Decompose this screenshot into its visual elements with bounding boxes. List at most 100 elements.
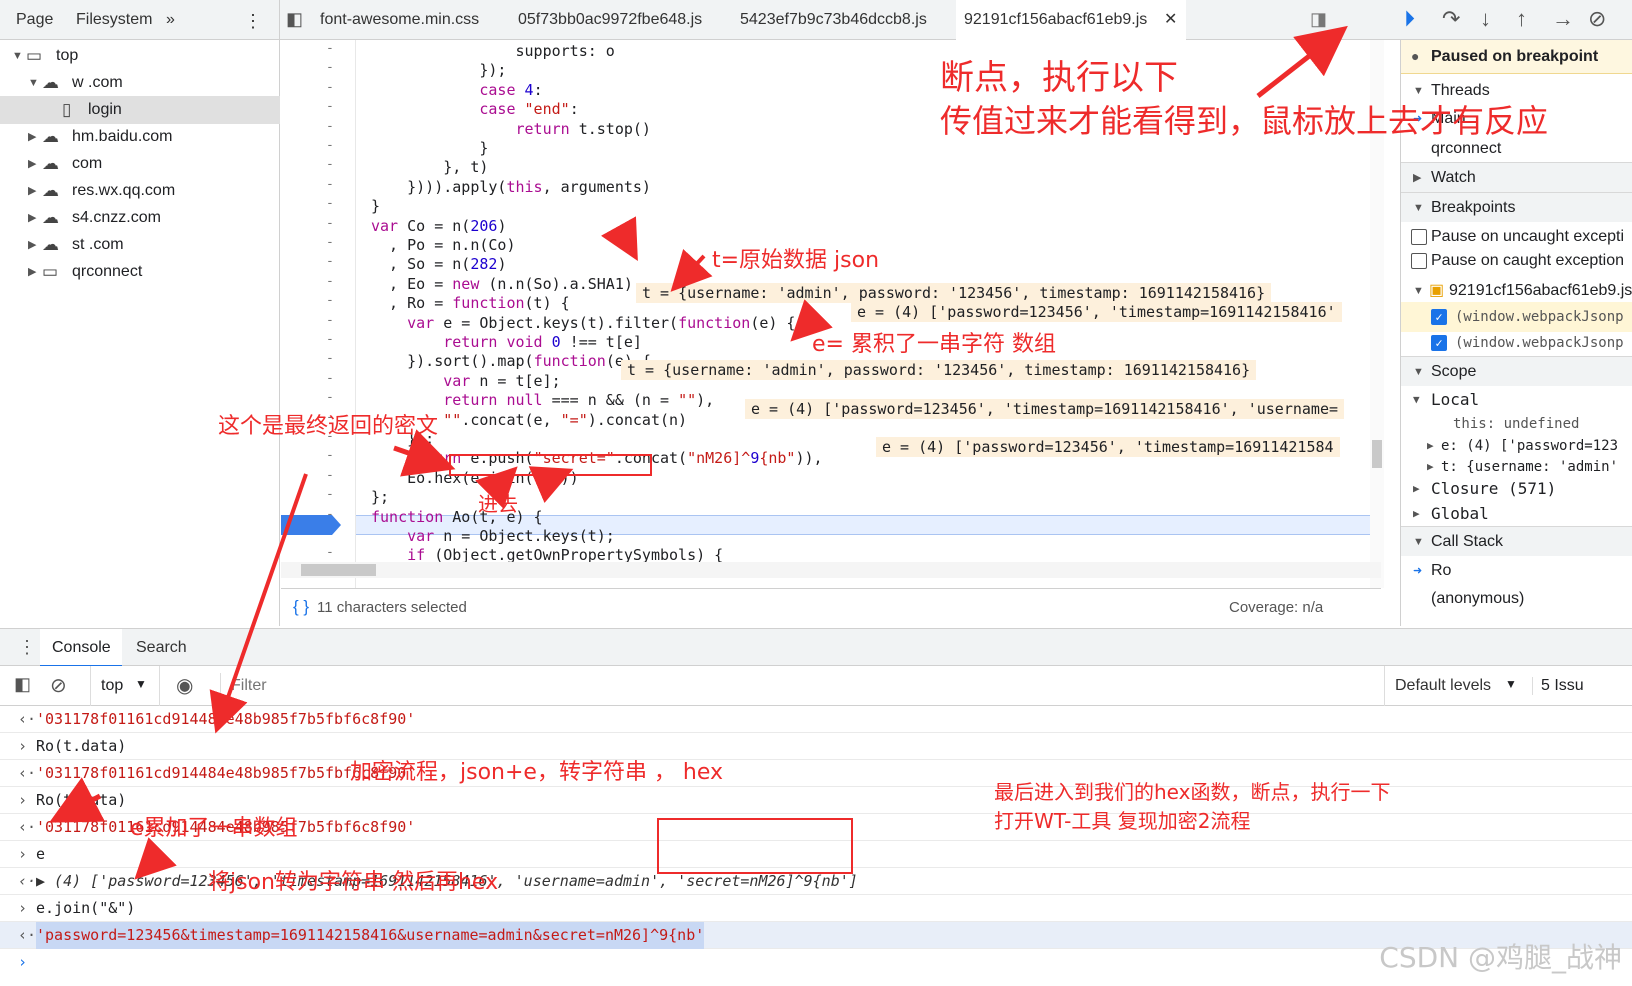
gutter-marker[interactable]: - <box>326 60 334 75</box>
tree-item[interactable]: ▶ ☁ com <box>0 150 280 178</box>
deactivate-breakpoints-icon[interactable]: ⊘ <box>1588 6 1606 32</box>
tree-item[interactable]: ▼ ▭ top <box>0 42 280 70</box>
resume-icon[interactable]: ⏵ <box>1404 6 1415 32</box>
console-prompt[interactable]: › <box>0 949 1632 976</box>
code-line[interactable]: } <box>371 196 380 216</box>
call-frame[interactable]: ➜ Ro <box>1401 556 1632 586</box>
breakpoints-header[interactable]: ▼ Breakpoints <box>1401 192 1632 222</box>
step-into-icon[interactable]: ↓ <box>1480 6 1491 32</box>
kebab-menu-icon[interactable]: ⋮ <box>244 11 262 32</box>
gutter-marker[interactable]: - <box>326 410 334 425</box>
tree-item[interactable]: ▶ ▭ qrconnect <box>0 258 280 286</box>
code-line[interactable]: }); <box>371 429 434 449</box>
gutter-marker[interactable]: - <box>326 468 334 483</box>
code-line[interactable]: }, t) <box>371 157 488 177</box>
gutter-marker[interactable]: - <box>326 274 334 289</box>
code-line[interactable]: return t.stop() <box>371 119 651 139</box>
code-line[interactable]: var Co = n(206) <box>371 216 506 236</box>
file-tab-active[interactable]: 92191cf156abacf61eb9.js ✕ <box>956 0 1186 40</box>
code-line[interactable]: var n = Object.keys(t); <box>371 526 615 546</box>
code-line[interactable]: , So = n(282) <box>371 254 506 274</box>
code-line[interactable]: }))).apply(this, arguments) <box>371 177 651 197</box>
gutter-marker[interactable]: - <box>326 293 334 308</box>
more-tabs-icon[interactable]: » <box>166 11 175 29</box>
gutter-marker[interactable]: - <box>326 390 334 405</box>
code-line[interactable]: function Ao(t, e) { <box>371 507 543 527</box>
eye-icon[interactable]: ◉ <box>176 673 193 698</box>
gutter-marker[interactable]: - <box>326 235 334 250</box>
gutter-marker[interactable]: - <box>326 99 334 114</box>
code-line[interactable]: var n = t[e]; <box>371 371 560 391</box>
code-line[interactable]: , Po = n.n(Co) <box>371 235 515 255</box>
scope-header[interactable]: ▼ Scope <box>1401 356 1632 386</box>
gutter-marker[interactable]: - <box>326 216 334 231</box>
breakpoint-entry[interactable]: ✓ (window.webpackJsonp <box>1401 328 1632 358</box>
code-line[interactable]: case "end": <box>371 99 578 119</box>
scroll-thumb[interactable] <box>301 564 376 576</box>
gutter-marker[interactable]: - <box>326 41 334 56</box>
gutter-marker[interactable]: - <box>326 545 334 560</box>
code-line[interactable]: case 4: <box>371 80 542 100</box>
tree-item[interactable]: ▶ ☁ res.wx.qq.com <box>0 177 280 205</box>
console-filter-input[interactable] <box>220 673 1370 699</box>
code-line[interactable]: , Ro = function(t) { <box>371 293 570 313</box>
gutter-marker[interactable]: - <box>326 487 334 502</box>
code-line[interactable]: return null === n && (n = ""), <box>371 390 714 410</box>
gutter-marker[interactable]: - <box>326 177 334 192</box>
kebab-menu-icon[interactable]: ⋮ <box>18 637 36 658</box>
scope-global[interactable]: ▶ Global <box>1401 499 1632 529</box>
step-over-icon[interactable]: ↷ <box>1442 6 1460 32</box>
code-line[interactable]: var e = Object.keys(t).filter(function(e… <box>371 313 795 333</box>
line-gutter[interactable]: --------------------------- <box>281 40 356 588</box>
gutter-marker[interactable]: - <box>326 119 334 134</box>
step-icon[interactable]: → <box>1552 6 1574 32</box>
code-line[interactable]: "".concat(e, "=").concat(n) <box>371 410 687 430</box>
console-line[interactable]: ‹· ▶ (4) ['password=123456', 'timestamp=1… <box>0 868 1632 895</box>
gutter-marker[interactable]: - <box>326 351 334 366</box>
clear-console-icon[interactable]: ⊘ <box>50 673 67 698</box>
threads-header[interactable]: ▼ Threads <box>1401 76 1632 106</box>
tree-item[interactable]: ▶ ☁ st .com <box>0 231 280 259</box>
code-line[interactable]: , Eo = new (n.n(So).a.SHA1) <box>371 274 633 294</box>
console-output[interactable]: ‹· '031178f01161cd914484e48b985f7b5fbf6c8… <box>0 706 1632 986</box>
code-line[interactable]: }).sort().map(function(e) { <box>371 351 651 371</box>
pretty-print-icon[interactable]: { } <box>293 597 309 617</box>
sidebar-toggle-icon[interactable]: ◧ <box>14 674 31 695</box>
file-tab[interactable]: font-awesome.min.css <box>312 0 487 40</box>
toggle-debugger-icon[interactable]: ◨ <box>1310 9 1327 30</box>
call-frame[interactable]: (anonymous) <box>1401 584 1632 614</box>
code-line[interactable]: return e.push("secret=".concat("nM26]^9{… <box>371 448 822 468</box>
tree-item[interactable]: ▯ login <box>0 96 280 124</box>
tab-page[interactable]: Page <box>16 11 53 29</box>
checkbox[interactable] <box>1411 253 1427 269</box>
code-line[interactable]: Eo.hex(e.join("&")) <box>371 468 579 488</box>
tab-console[interactable]: Console <box>40 629 122 667</box>
file-tab[interactable]: 5423ef7b9c73b46dccb8.js <box>732 0 935 40</box>
checkbox[interactable] <box>1411 229 1427 245</box>
close-icon[interactable]: ✕ <box>1164 0 1177 40</box>
gutter-marker[interactable]: - <box>326 138 334 153</box>
gutter-marker[interactable]: - <box>326 80 334 95</box>
checkbox[interactable]: ✓ <box>1431 309 1447 325</box>
tab-search[interactable]: Search <box>136 639 187 657</box>
thread-main[interactable]: ➜ Main <box>1401 104 1632 134</box>
gutter-marker[interactable]: - <box>326 196 334 211</box>
breakpoint-marker[interactable] <box>281 515 341 535</box>
call-stack-header[interactable]: ▼ Call Stack <box>1401 526 1632 556</box>
step-out-icon[interactable]: ↑ <box>1516 6 1527 32</box>
editor-horizontal-scrollbar[interactable] <box>281 562 1381 578</box>
gutter-marker[interactable]: - <box>326 429 334 444</box>
scroll-thumb[interactable] <box>1372 440 1382 468</box>
file-tab[interactable]: 05f73bb0ac9972fbe648.js <box>510 0 710 40</box>
issues-button[interactable]: 5 Issu <box>1532 677 1584 695</box>
code-editor[interactable]: --------------------------- supports: o … <box>281 40 1381 588</box>
tree-item[interactable]: ▼ ☁ w .com <box>0 69 280 97</box>
gutter-marker[interactable]: - <box>326 313 334 328</box>
gutter-marker[interactable]: - <box>326 332 334 347</box>
log-levels-dropdown[interactable]: Default levels ▼ <box>1384 666 1524 706</box>
thread-qrconnect[interactable]: qrconnect <box>1401 134 1632 164</box>
watch-header[interactable]: ▶ Watch <box>1401 162 1632 192</box>
gutter-marker[interactable]: - <box>326 448 334 463</box>
tab-filesystem[interactable]: Filesystem <box>76 11 152 29</box>
code-line[interactable]: return void 0 !== t[e] <box>371 332 642 352</box>
